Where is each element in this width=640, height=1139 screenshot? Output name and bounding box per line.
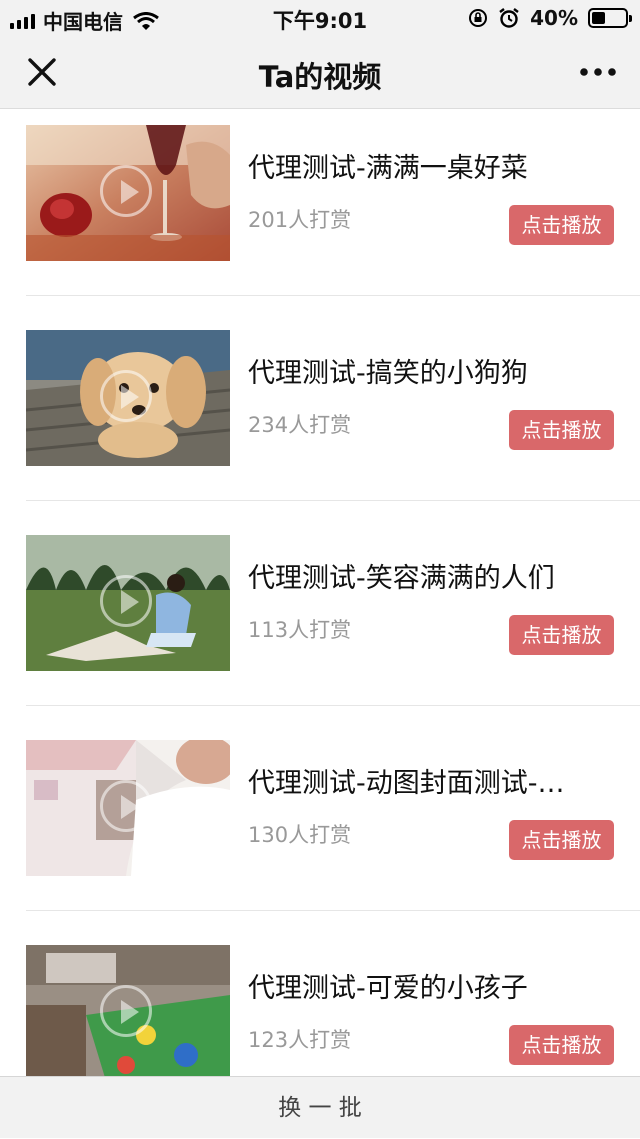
divider [26, 705, 640, 706]
reward-count: 130人打赏 [248, 823, 352, 847]
play-button[interactable]: 点击播放 [509, 615, 614, 655]
reward-count: 113人打赏 [248, 618, 352, 642]
video-thumbnail[interactable] [26, 330, 230, 466]
play-icon [100, 985, 152, 1037]
divider [26, 295, 640, 296]
play-icon [100, 780, 152, 832]
reward-count: 123人打赏 [248, 1028, 352, 1052]
video-item[interactable]: 代理测试-满满一桌好菜 201人打赏 点击播放 [0, 109, 640, 314]
divider [26, 910, 640, 911]
play-button[interactable]: 点击播放 [509, 820, 614, 860]
reward-count: 234人打赏 [248, 413, 352, 437]
play-icon [100, 370, 152, 422]
video-title: 代理测试-动图封面测试-… [248, 768, 565, 799]
battery-icon [588, 8, 632, 28]
nav-bar: Ta的视频 [0, 36, 640, 109]
rotation-lock-icon [469, 9, 488, 27]
status-right: 40% [468, 6, 632, 30]
video-title: 代理测试-可爱的小孩子 [248, 973, 528, 1004]
play-icon [100, 575, 152, 627]
video-title: 代理测试-满满一桌好菜 [248, 153, 528, 184]
video-thumbnail[interactable] [26, 125, 230, 261]
battery-level [592, 12, 605, 24]
video-title: 代理测试-笑容满满的人们 [248, 563, 555, 594]
video-item[interactable]: 代理测试-笑容满满的人们 113人打赏 点击播放 [0, 519, 640, 724]
video-list[interactable]: 代理测试-满满一桌好菜 201人打赏 点击播放 代理测试-搞笑的小狗狗 234人… [0, 109, 640, 1076]
alarm-icon [499, 8, 519, 28]
status-bar: 中国电信 下午9:01 40% [0, 0, 640, 36]
video-title: 代理测试-搞笑的小狗狗 [248, 358, 528, 389]
divider [26, 500, 640, 501]
more-icon[interactable] [578, 62, 618, 82]
play-button[interactable]: 点击播放 [509, 1025, 614, 1065]
video-thumbnail[interactable] [26, 535, 230, 671]
page-title: Ta的视频 [258, 60, 382, 94]
video-thumbnail[interactable] [26, 740, 230, 876]
play-button[interactable]: 点击播放 [509, 410, 614, 450]
play-icon [100, 165, 152, 217]
video-item[interactable]: 代理测试-可爱的小孩子 123人打赏 点击播放 [0, 929, 640, 1076]
refresh-batch-button[interactable]: 换 一 批 [0, 1076, 640, 1138]
video-item[interactable]: 代理测试-搞笑的小狗狗 234人打赏 点击播放 [0, 314, 640, 519]
play-button[interactable]: 点击播放 [509, 205, 614, 245]
video-item[interactable]: 代理测试-动图封面测试-… 130人打赏 点击播放 [0, 724, 640, 929]
reward-count: 201人打赏 [248, 208, 352, 232]
video-thumbnail[interactable] [26, 945, 230, 1076]
battery-percent: 40% [530, 6, 578, 30]
